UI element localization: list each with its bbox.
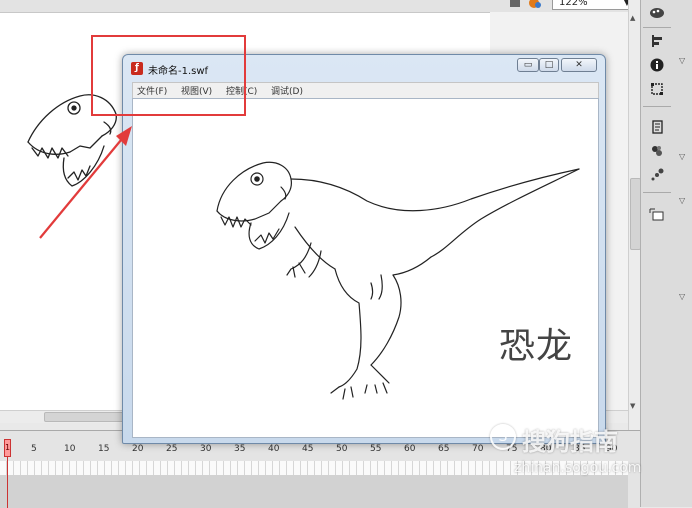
align-icon[interactable] [645, 30, 669, 52]
transform-icon[interactable] [645, 78, 669, 100]
library-icon[interactable] [645, 116, 669, 138]
playhead-line [7, 457, 8, 508]
maximize-button[interactable]: □ [539, 58, 559, 72]
menu-debug[interactable]: 调试(D) [271, 84, 303, 97]
frame-tick: 10 [64, 444, 76, 454]
scroll-up-icon[interactable]: ▲ [630, 14, 635, 22]
collapse-arrow-icon[interactable]: ▽ [679, 152, 685, 161]
swf-stage[interactable]: 恐龙 [132, 98, 599, 438]
frame-tick: 65 [438, 444, 450, 454]
minimize-button[interactable]: ▭ [517, 58, 539, 72]
zoom-value: 122% [559, 0, 588, 8]
frame-tick: 45 [302, 444, 314, 454]
components-icon[interactable] [645, 140, 669, 162]
annotation-highlight-box [91, 35, 246, 116]
horizontal-scroll-thumb[interactable] [44, 412, 126, 422]
scene-symbol-icon[interactable] [508, 0, 548, 10]
paintbrush-palette-icon[interactable] [645, 2, 669, 24]
collapse-arrow-icon[interactable]: ▽ [679, 56, 685, 65]
motion-presets-icon[interactable] [645, 164, 669, 186]
frame-tick: 25 [166, 444, 178, 454]
timeline-empty-area [0, 475, 628, 508]
frame-tick: 15 [98, 444, 110, 454]
close-icon: ✕ [575, 60, 583, 70]
close-button[interactable]: ✕ [561, 58, 597, 72]
maximize-icon: □ [544, 60, 554, 70]
frame-tick: 60 [404, 444, 416, 454]
frame-tick: 85 [574, 444, 586, 454]
frame-tick: 80 [540, 444, 552, 454]
dinosaur-drawing [216, 161, 580, 400]
collapse-arrow-icon[interactable]: ▽ [679, 292, 685, 301]
panel-divider [643, 192, 671, 193]
right-panel: ▽ ▽ ▽ ▽ [640, 0, 692, 507]
symbol-instance-icon[interactable] [645, 204, 669, 226]
info-icon[interactable] [645, 54, 669, 76]
collapse-arrow-icon[interactable]: ▽ [679, 196, 685, 205]
minimize-icon: ▭ [523, 60, 533, 70]
frame-tick: 70 [472, 444, 484, 454]
panel-divider [643, 27, 671, 28]
frame-tick: 50 [336, 444, 348, 454]
frame-tick: 40 [268, 444, 280, 454]
frame-tick: 90 [606, 444, 618, 454]
frame-tick: 20 [132, 444, 144, 454]
zoom-select[interactable]: 122% ▼ [552, 0, 634, 10]
frame-tick: 30 [200, 444, 212, 454]
playhead[interactable]: 1 [4, 439, 11, 457]
dinosaur-text-label: 恐龙 [499, 326, 574, 367]
frame-tick: 75 [506, 444, 518, 454]
frame-tick: 55 [370, 444, 382, 454]
timeline-ruler[interactable]: 5 10 15 20 25 30 35 40 45 50 55 60 65 70… [0, 443, 640, 463]
current-frame: 1 [5, 443, 11, 452]
frame-tick: 5 [31, 444, 37, 454]
timeline-frames-row[interactable] [0, 461, 628, 475]
scroll-down-icon[interactable]: ▼ [630, 402, 635, 410]
annotation-arrow [39, 126, 132, 239]
panel-divider [643, 106, 671, 107]
frame-tick: 35 [234, 444, 246, 454]
